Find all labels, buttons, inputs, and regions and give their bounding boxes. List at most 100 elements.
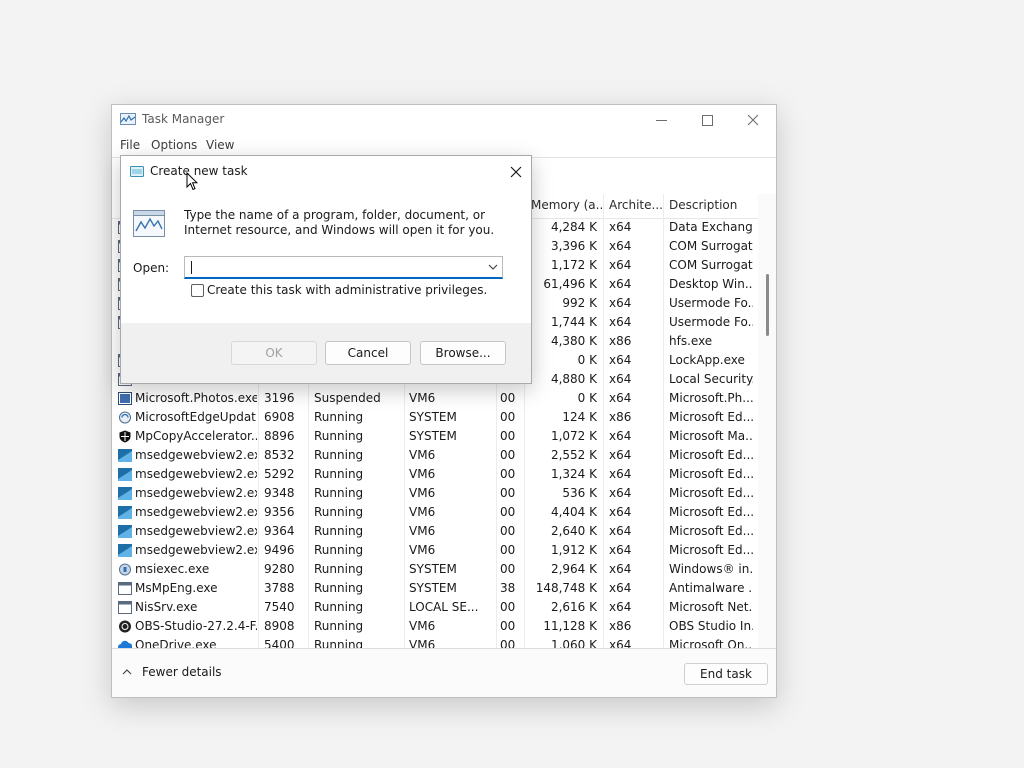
process-pid: 5292 [264, 467, 295, 481]
table-row[interactable]: msedgewebview2.exe 9496 Running VM6 00 1,912 … [112, 541, 758, 560]
process-architecture: x64 [609, 638, 632, 648]
table-row[interactable]: MicrosoftEdgeUpdat... 6908 Running SYSTEM 00… [112, 408, 758, 427]
process-description: Microsoft Ed... [669, 410, 753, 424]
process-pid: 3196 [264, 391, 295, 405]
process-pid: 9496 [264, 543, 295, 557]
dialog-title: Create new task [150, 164, 248, 178]
create-new-task-dialog: Create new task Type the name of a progr… [120, 155, 532, 384]
footer-bar: Fewer details End task [112, 648, 776, 697]
process-name: msedgewebview2.exe [135, 524, 257, 538]
process-pid: 9280 [264, 562, 295, 576]
process-architecture: x64 [609, 315, 632, 329]
process-pid: 9364 [264, 524, 295, 538]
process-user: VM6 [409, 486, 436, 500]
open-combobox[interactable] [184, 256, 503, 279]
table-row[interactable]: msedgewebview2.exe 8532 Running VM6 00 2,552 … [112, 446, 758, 465]
process-status: Running [314, 524, 364, 538]
open-input[interactable] [187, 257, 483, 277]
process-pid: 8896 [264, 429, 295, 443]
chevron-up-icon [122, 669, 132, 675]
process-architecture: x64 [609, 258, 632, 272]
minimize-button[interactable] [638, 105, 684, 135]
process-pid: 6908 [264, 410, 295, 424]
table-row[interactable]: msedgewebview2.exe 9348 Running VM6 00 536 K x… [112, 484, 758, 503]
webview-icon [118, 525, 132, 538]
process-name: msedgewebview2.exe [135, 486, 257, 500]
process-architecture: x64 [609, 296, 632, 310]
table-row[interactable]: msiexec.exe 9280 Running SYSTEM 00 2,964 K x64… [112, 560, 758, 579]
column-header-memory[interactable]: Memory (a... [531, 198, 603, 212]
admin-privileges-checkbox[interactable] [191, 284, 204, 297]
table-row[interactable]: Microsoft.Photos.exe 3196 Suspended VM6 00 0 … [112, 389, 758, 408]
table-row[interactable]: msedgewebview2.exe 5292 Running VM6 00 1,324 … [112, 465, 758, 484]
process-memory: 2,616 K [550, 600, 597, 614]
process-pid: 9348 [264, 486, 295, 500]
webview-icon [118, 449, 132, 462]
table-row[interactable]: MsMpEng.exe 3788 Running SYSTEM 38 148,748 K x… [112, 579, 758, 598]
process-description: Usermode Fo... [669, 315, 753, 329]
process-cpu: 00 [500, 505, 516, 519]
title-bar[interactable]: Task Manager [112, 105, 776, 135]
process-memory: 4,380 K [550, 334, 597, 348]
column-header-architecture[interactable]: Archite... [609, 198, 663, 212]
text-caret [191, 261, 192, 274]
end-task-button[interactable]: End task [684, 663, 768, 685]
process-pid: 5400 [264, 638, 295, 648]
process-user: VM6 [409, 524, 436, 538]
admin-privileges-label[interactable]: Create this task with administrative pri… [207, 283, 487, 297]
process-architecture: x64 [609, 600, 632, 614]
table-row[interactable]: msedgewebview2.exe 9364 Running VM6 00 2,640 … [112, 522, 758, 541]
process-architecture: x64 [609, 372, 632, 386]
scrollbar-thumb[interactable] [766, 274, 769, 336]
obs-icon [118, 620, 132, 633]
process-status: Running [314, 600, 364, 614]
vertical-scrollbar[interactable] [758, 194, 776, 649]
menu-options[interactable]: Options [151, 138, 197, 152]
chevron-down-icon[interactable] [487, 261, 499, 273]
fewer-details-toggle[interactable]: Fewer details [122, 665, 222, 679]
process-user: VM6 [409, 391, 436, 405]
process-description: LockApp.exe [669, 353, 745, 367]
close-button[interactable] [730, 105, 776, 135]
process-memory: 11,128 K [543, 619, 597, 633]
table-row[interactable]: msedgewebview2.exe 9356 Running VM6 00 4,404 … [112, 503, 758, 522]
table-row[interactable]: MpCopyAccelerator.... 8896 Running SYSTEM 00… [112, 427, 758, 446]
dialog-description: Type the name of a program, folder, docu… [184, 208, 495, 237]
generic-app-icon [118, 582, 132, 595]
process-memory: 2,640 K [550, 524, 597, 538]
process-description: Microsoft Ma... [669, 429, 753, 443]
process-cpu: 00 [500, 543, 516, 557]
table-row[interactable]: OneDrive.exe 5400 Running VM6 00 1,060 K x64 Mi… [112, 636, 758, 648]
process-user: VM6 [409, 505, 436, 519]
process-user: VM6 [409, 467, 436, 481]
column-header-description[interactable]: Description [669, 198, 753, 212]
table-row[interactable]: OBS-Studio-27.2.4-F... 8908 Running VM6 00 11… [112, 617, 758, 636]
process-status: Running [314, 581, 364, 595]
process-name: OBS-Studio-27.2.4-F... [135, 619, 257, 633]
process-name: msiexec.exe [135, 562, 210, 576]
process-user: VM6 [409, 619, 436, 633]
process-status: Running [314, 410, 364, 424]
menu-file[interactable]: File [120, 138, 140, 152]
process-status: Running [314, 562, 364, 576]
process-description: Microsoft Net... [669, 600, 753, 614]
cancel-button[interactable]: Cancel [325, 341, 411, 365]
process-architecture: x64 [609, 353, 632, 367]
process-description: COM Surrogate [669, 239, 753, 253]
mouse-cursor-icon [186, 172, 198, 191]
process-pid: 9356 [264, 505, 295, 519]
maximize-button[interactable] [684, 105, 730, 135]
process-user: VM6 [409, 638, 436, 648]
process-status: Running [314, 619, 364, 633]
table-row[interactable]: NisSrv.exe 7540 Running LOCAL SE... 00 2,616 … [112, 598, 758, 617]
process-memory: 2,552 K [550, 448, 597, 462]
menu-view[interactable]: View [206, 138, 234, 152]
task-manager-icon [120, 113, 136, 125]
ok-button[interactable]: OK [231, 341, 317, 365]
browse-button[interactable]: Browse... [420, 341, 506, 365]
process-user: VM6 [409, 448, 436, 462]
fewer-details-label: Fewer details [142, 665, 222, 679]
process-cpu: 00 [500, 562, 516, 576]
dialog-close-button[interactable] [504, 161, 528, 183]
run-dialog-icon [130, 166, 144, 177]
